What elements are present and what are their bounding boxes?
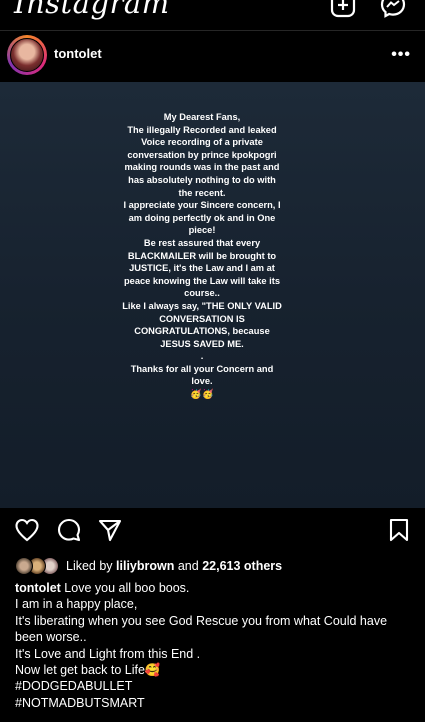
comment-icon[interactable] [56, 517, 82, 543]
hashtag-link[interactable]: #NOTMADBUTSMART [15, 695, 410, 711]
post-caption: tontolet Love you all boo boos. I am in … [15, 580, 410, 711]
new-post-icon[interactable] [330, 0, 356, 18]
post-header: tontolet ••• [0, 31, 425, 81]
messenger-icon[interactable] [380, 0, 406, 18]
instagram-logo[interactable]: Instagram [14, 0, 170, 20]
avatar[interactable] [7, 35, 47, 75]
caption-line: I am in a happy place, [15, 597, 138, 612]
post-image[interactable]: My Dearest Fans, The illegally Recorded … [0, 82, 425, 508]
likes-count-link[interactable]: 22,613 others [202, 559, 282, 573]
liker-avatar [15, 557, 33, 575]
caption-text: Love you all boo boos. [60, 581, 190, 595]
post-actions [0, 517, 425, 549]
caption-line: It's liberating when you see God Rescue … [15, 613, 388, 645]
top-bar: Instagram [0, 0, 425, 30]
caption-line: It's Love and Light from this End . [15, 646, 201, 661]
caption-first-line: tontolet Love you all boo boos. [15, 580, 410, 596]
liked-by-user-link[interactable]: liliybrown [116, 559, 174, 573]
likes-middle: and [174, 559, 203, 573]
caption-username[interactable]: tontolet [15, 581, 61, 595]
post-username[interactable]: tontolet [54, 46, 102, 61]
bookmark-icon[interactable] [386, 517, 412, 543]
hashtag-link[interactable]: #DODGEDABULLET [15, 678, 410, 694]
share-icon[interactable] [97, 517, 123, 543]
caption-line: Now let get back to Life🥰 [15, 663, 161, 678]
likes-row[interactable]: Liked by liliybrown and 22,613 others [15, 557, 415, 577]
likes-prefix: Liked by [66, 559, 117, 573]
likes-text: Liked by liliybrown and 22,613 others [66, 559, 282, 573]
more-options-icon[interactable]: ••• [391, 46, 411, 64]
post-image-text: My Dearest Fans, The illegally Recorded … [122, 112, 282, 400]
avatar-image [10, 38, 44, 72]
heart-icon[interactable] [14, 517, 40, 543]
